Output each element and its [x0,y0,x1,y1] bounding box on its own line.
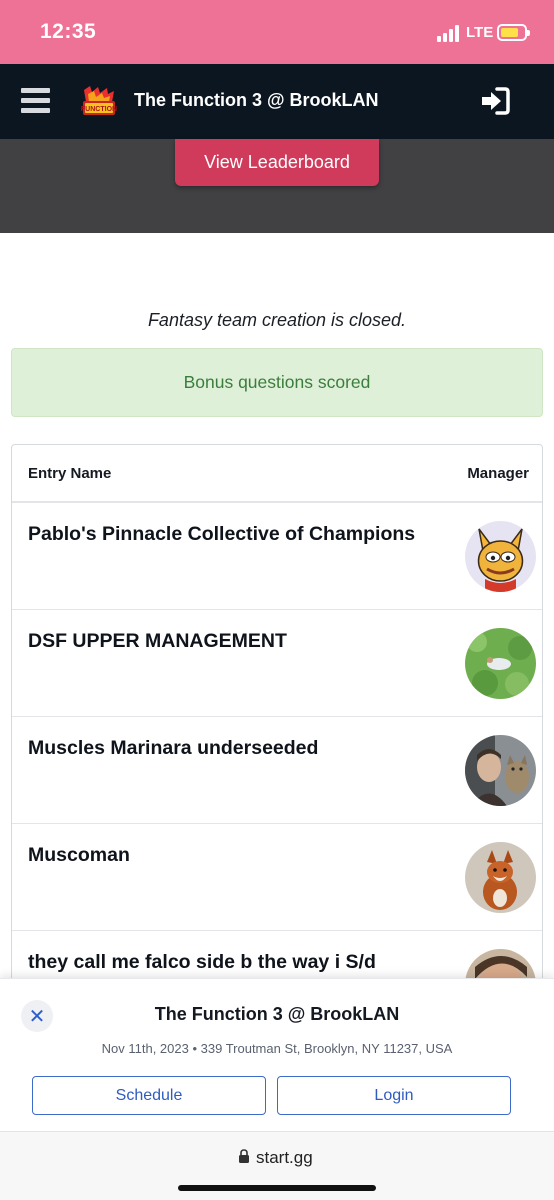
network-type: LTE [466,24,494,41]
bonus-scored-alert: Bonus questions scored [11,348,543,417]
table-row[interactable]: Muscoman [12,824,542,931]
fantasy-closed-notice: Fantasy team creation is closed. [147,310,407,330]
hero-banner: View Leaderboard [0,139,554,233]
fantasy-entries-table: Entry Name Manager Pablo's Pinnacle Coll… [11,444,543,1004]
manager-avatar[interactable] [465,735,536,806]
login-button[interactable]: Login [277,1076,511,1115]
event-date-location: Nov 11th, 2023 • 339 Troutman St, Brookl… [101,1041,453,1056]
status-bar: 12:35 LTE [0,0,554,64]
browser-url-bar[interactable]: start.gg [0,1131,554,1200]
table-row[interactable]: DSF UPPER MANAGEMENT [12,610,542,717]
battery-icon [497,24,530,41]
event-logo[interactable]: FUNCTION [80,84,118,120]
column-header-entry-name: Entry Name [28,465,112,482]
menu-icon[interactable] [21,88,50,113]
entry-name[interactable]: Muscles Marinara underseeded [28,737,448,760]
lock-icon [238,1149,250,1163]
url-text[interactable]: start.gg [256,1148,313,1168]
column-header-manager: Manager [467,465,529,482]
entry-name[interactable]: Muscoman [28,844,448,867]
manager-avatar[interactable] [465,842,536,913]
event-bottom-sheet: ✕ The Function 3 @ BrookLAN Nov 11th, 20… [0,978,554,1131]
table-row[interactable]: Muscles Marinara underseeded [12,717,542,824]
sign-in-icon[interactable] [480,87,510,115]
manager-avatar[interactable] [465,521,536,592]
manager-avatar[interactable] [465,628,536,699]
schedule-button[interactable]: Schedule [32,1076,266,1115]
app-screen: 12:35 LTE FUNCTION The Function 3 @ Broo… [0,0,554,1200]
view-leaderboard-button[interactable]: View Leaderboard [175,139,379,186]
status-time: 12:35 [40,20,97,43]
entry-name[interactable]: Pablo's Pinnacle Collective of Champions [28,523,448,546]
home-indicator[interactable] [178,1185,376,1191]
app-title: The Function 3 @ BrookLAN [134,90,379,110]
sheet-title: The Function 3 @ BrookLAN [154,1004,400,1024]
app-header: FUNCTION The Function 3 @ BrookLAN [0,64,554,139]
table-header: Entry Name Manager [12,445,542,503]
table-row[interactable]: Pablo's Pinnacle Collective of Champions [12,503,542,610]
cellular-signal-icon [437,24,463,42]
svg-text:FUNCTION: FUNCTION [81,106,117,113]
entry-name[interactable]: they call me falco side b the way i S/d [28,951,448,974]
entry-name[interactable]: DSF UPPER MANAGEMENT [28,630,448,653]
